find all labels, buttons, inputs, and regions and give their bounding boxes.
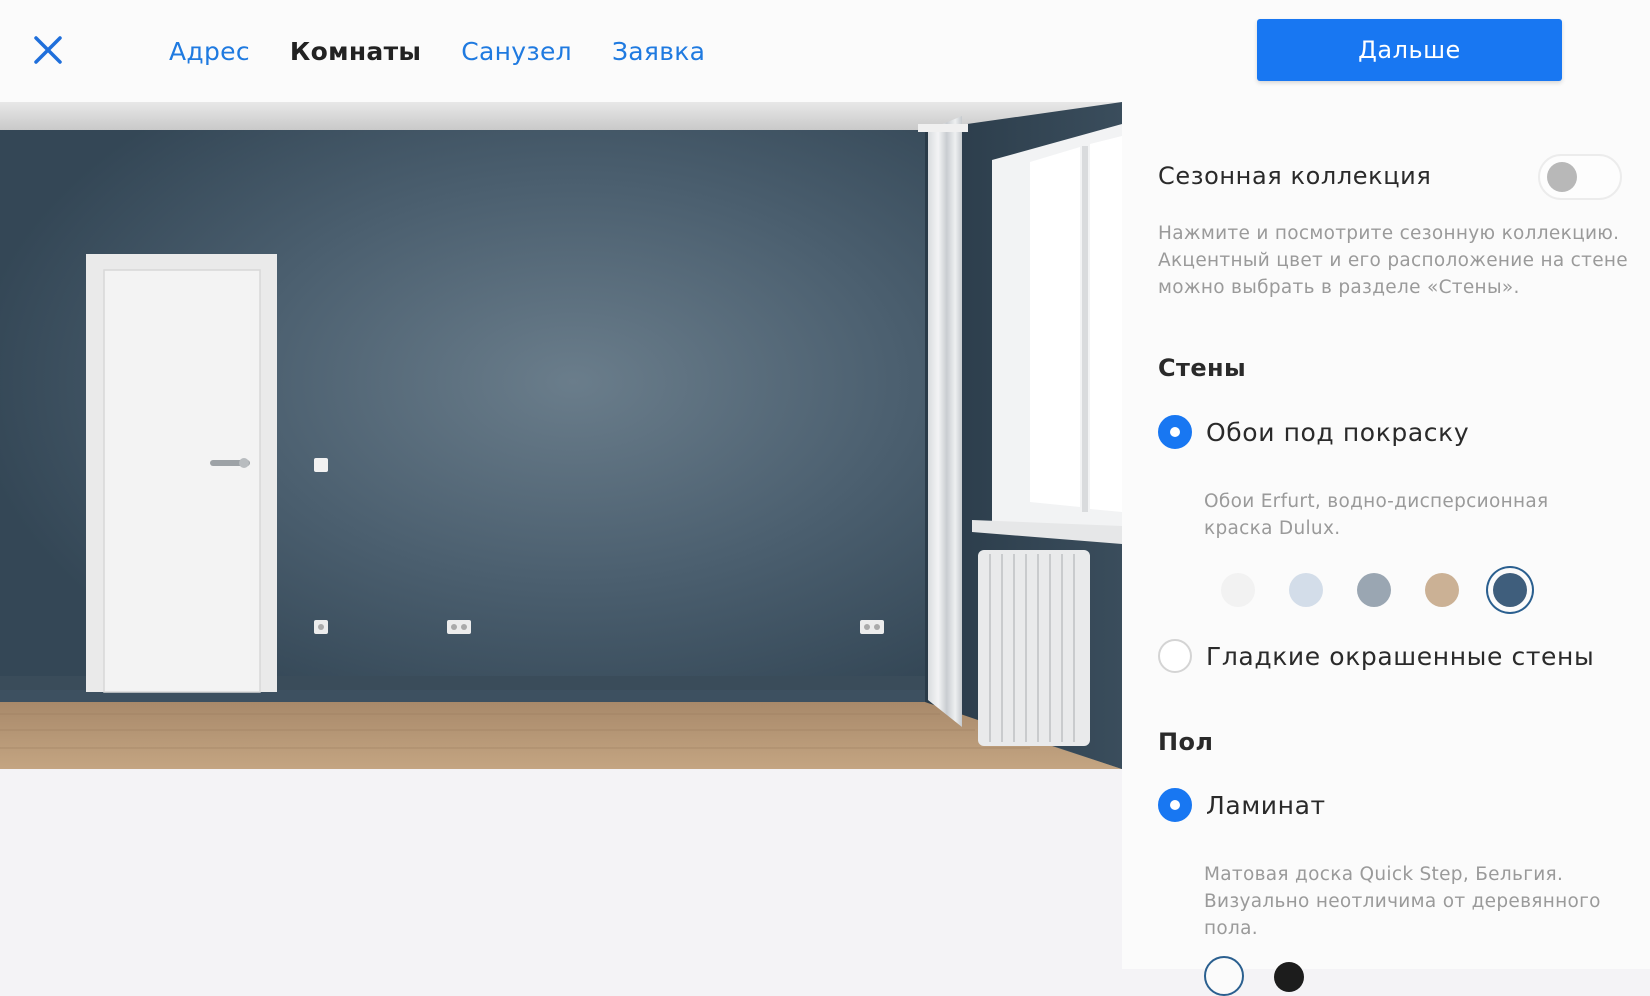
toggle-knob	[1547, 162, 1577, 192]
color-swatch[interactable]	[1204, 562, 1272, 618]
swatch-color	[1221, 573, 1255, 607]
description-line: Нажмите и посмотрите сезонную коллекцию.	[1158, 223, 1620, 244]
next-button[interactable]: Дальше	[1257, 19, 1562, 81]
close-icon	[34, 36, 62, 64]
option-label: Ламинат	[1206, 790, 1326, 820]
swatch-color	[1289, 573, 1323, 607]
color-swatch-selected[interactable]	[1476, 562, 1544, 618]
color-swatch[interactable]	[1272, 562, 1340, 618]
seasonal-collection-title: Сезонная коллекция	[1158, 162, 1432, 190]
nav-tab-request[interactable]: Заявка	[612, 37, 705, 66]
top-bar: Адрес Комнаты Санузел Заявка Дальше	[0, 0, 1650, 102]
option-label: Гладкие окрашенные стены	[1206, 641, 1595, 671]
settings-panel: Сезонная коллекция Нажмите и посмотрите …	[1122, 102, 1650, 996]
color-swatch[interactable]	[1340, 562, 1408, 618]
description-line: краска Dulux.	[1204, 518, 1341, 539]
description-line: можно выбрать в разделе «Стены».	[1158, 277, 1520, 298]
floor-option-description: Матовая доска Quick Step, Бельгия. Визуа…	[1204, 861, 1634, 942]
close-button[interactable]	[32, 34, 64, 66]
description-line: пола.	[1204, 918, 1258, 939]
color-swatch-selected[interactable]	[1204, 956, 1244, 996]
swatch-color	[1425, 573, 1459, 607]
color-swatch[interactable]	[1408, 562, 1476, 618]
radio-button[interactable]	[1158, 788, 1192, 822]
floor-color-swatches	[1204, 956, 1304, 996]
color-swatch[interactable]	[1274, 962, 1304, 992]
description-line: Визуально неотличима от деревянного	[1204, 891, 1601, 912]
walls-option-paintable-wallpaper[interactable]: Обои под покраску	[1158, 415, 1469, 449]
step-navigation: Адрес Комнаты Санузел Заявка	[169, 0, 705, 102]
description-line: Акцентный цвет и его расположение на сте…	[1158, 250, 1628, 271]
nav-tab-address[interactable]: Адрес	[169, 37, 250, 66]
walls-option-smooth-painted[interactable]: Гладкие окрашенные стены	[1158, 639, 1594, 673]
walls-section-title: Стены	[1158, 354, 1247, 382]
radio-button[interactable]	[1158, 639, 1192, 673]
description-line: Обои Erfurt, водно-дисперсионная	[1204, 491, 1549, 512]
seasonal-collection-description: Нажмите и посмотрите сезонную коллекцию.…	[1158, 220, 1628, 301]
walls-option-description: Обои Erfurt, водно-дисперсионная краска …	[1204, 488, 1634, 542]
room-preview	[0, 102, 1122, 769]
description-line: Матовая доска Quick Step, Бельгия.	[1204, 864, 1564, 885]
swatch-color	[1493, 573, 1527, 607]
wall-color-swatches	[1204, 562, 1544, 618]
floor-section-title: Пол	[1158, 728, 1214, 756]
radio-button[interactable]	[1158, 415, 1192, 449]
seasonal-collection-toggle[interactable]	[1538, 154, 1622, 200]
option-label: Обои под покраску	[1206, 417, 1470, 447]
room-illustration	[0, 102, 1122, 769]
swatch-color	[1357, 573, 1391, 607]
nav-tab-rooms[interactable]: Комнаты	[290, 37, 421, 66]
floor-option-laminate[interactable]: Ламинат	[1158, 788, 1326, 822]
nav-tab-bathroom[interactable]: Санузел	[461, 37, 572, 66]
